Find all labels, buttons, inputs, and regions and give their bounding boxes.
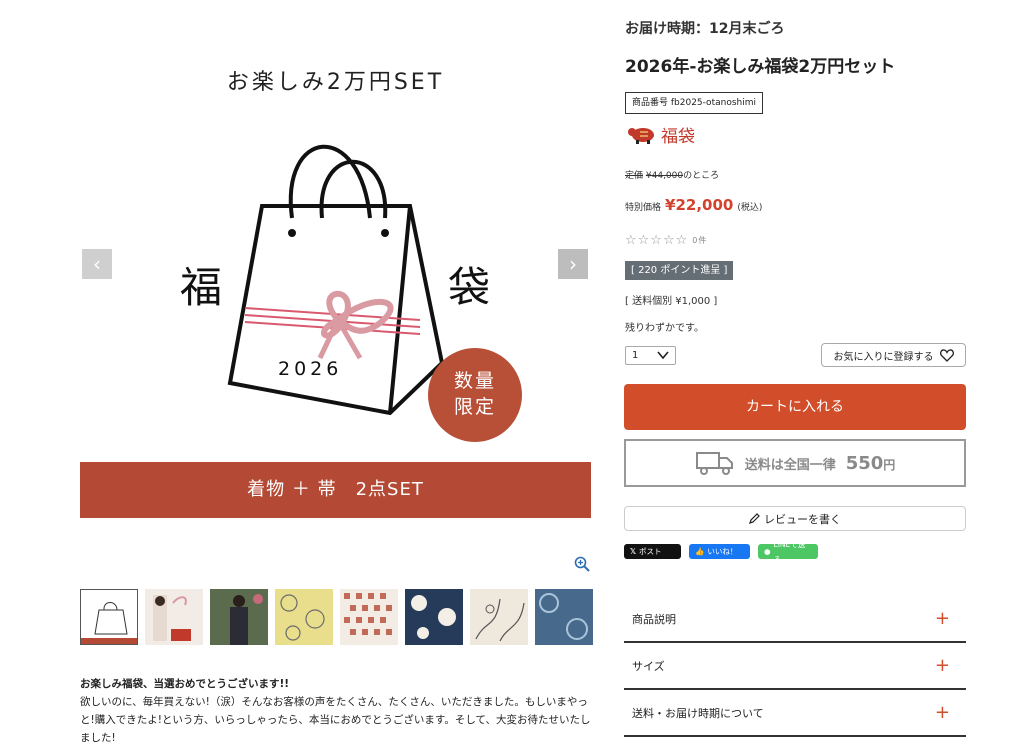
price-value: ¥22,000	[665, 196, 734, 214]
thumbs-up-icon: 👍	[695, 547, 705, 556]
thumbnail-bag-icon	[81, 602, 137, 644]
stock-note: 残りわずかです。	[625, 323, 704, 334]
shipping-amount: 550	[845, 452, 884, 474]
pencil-icon	[749, 513, 760, 524]
shipping-text: 送料は全国一律	[744, 457, 836, 473]
thumbnail-2[interactable]	[145, 589, 203, 645]
zoom-icon[interactable]	[574, 556, 590, 572]
thumbnail-yellow-pattern	[280, 594, 325, 641]
review-label: レビューを書く	[764, 512, 841, 526]
x-logo-icon: 𝕏	[630, 547, 637, 556]
plus-icon: +	[934, 702, 950, 723]
thumbnail-8[interactable]	[535, 589, 593, 645]
like-label: いいね！	[707, 547, 738, 556]
truck-icon	[695, 452, 733, 475]
thumbnail-navy-floral	[411, 595, 456, 639]
thumbnail-6[interactable]	[405, 589, 463, 645]
shipping-banner: 送料は全国一律 550円	[624, 439, 966, 487]
description-title: お楽しみ福袋、当選おめでとうございます!!	[80, 678, 290, 690]
accordion-shipping-delivery[interactable]: 送料・お届け時期について +	[624, 690, 966, 737]
product-description: お楽しみ福袋、当選おめでとうございます!! 欲しいのに、毎年買えない!（涙）そん…	[80, 675, 592, 745]
limited-line-1: 数量	[453, 370, 496, 392]
post-label: ポスト	[639, 547, 662, 556]
social-share-bar: 𝕏 ポスト 👍 いいね！ ● LINEで送る	[624, 540, 818, 564]
bull-icon	[628, 128, 654, 144]
delivery-timing: お届け時期：12月末ごろ	[625, 21, 785, 37]
add-to-favorites-button[interactable]: お気に入りに登録する	[821, 343, 966, 367]
special-price: 特別価格 ¥22,000 (税込)	[625, 196, 762, 214]
thumbnail-blue-damask	[539, 593, 588, 640]
thumbnail-5[interactable]	[340, 589, 398, 645]
review-count: 0件	[692, 236, 708, 245]
tax-note: (税込)	[737, 203, 763, 213]
rating-stars[interactable]: ☆☆☆☆☆ 0件	[625, 233, 707, 248]
quantity-select[interactable]: 1	[625, 346, 676, 365]
x-post-button[interactable]: 𝕏 ポスト	[624, 544, 681, 559]
shipping-fee-note: [ 送料個別 ¥1,000 ]	[625, 296, 718, 307]
accordion-label: サイズ	[632, 659, 665, 673]
facebook-like-button[interactable]: 👍 いいね！	[689, 544, 750, 559]
thumbnail-7[interactable]	[470, 589, 528, 645]
prev-image-button[interactable]: ‹	[82, 249, 112, 279]
plus-icon: +	[934, 608, 950, 629]
thumbnail-check-pattern	[344, 593, 392, 635]
original-price-suffix: のところ	[683, 171, 720, 181]
kanji-fuku: 福	[180, 263, 223, 312]
kanji-bukuro: 袋	[448, 263, 491, 312]
original-price-value: ¥44,000	[645, 171, 684, 181]
fukubukuro-label: 福袋	[661, 126, 695, 147]
product-title: 2026年-お楽しみ福袋2万円セット	[625, 57, 896, 77]
set-title-text: お楽しみ2万円SET	[226, 70, 445, 95]
thumbnail-4[interactable]	[275, 589, 333, 645]
chevron-down-icon	[657, 351, 669, 360]
limited-quantity-badge: 数量 限定	[428, 348, 522, 442]
main-product-image[interactable]: お楽しみ2万円SET 福 袋 2026 数量 限定 着物 ＋ 帯 2点SET	[80, 8, 591, 518]
points-badge: [ 220 ポイント進呈 ]	[625, 261, 734, 280]
special-price-label: 特別価格	[625, 203, 662, 213]
accordion-label: 商品説明	[632, 612, 676, 626]
line-share-button[interactable]: ● LINEで送る	[758, 540, 818, 564]
accordion-size[interactable]: サイズ +	[624, 643, 966, 690]
fukubukuro-tag: 福袋	[627, 122, 695, 147]
thumbnail-3[interactable]	[210, 589, 268, 645]
line-label: LINEで送る	[773, 539, 806, 564]
original-price: 定価 ¥44,000のところ	[625, 168, 719, 181]
product-sku: 商品番号 fb2025-otanoshimi	[625, 92, 763, 114]
accordion-label: 送料・お届け時期について	[632, 706, 764, 720]
thumbnail-1[interactable]	[80, 589, 138, 645]
thumbnail-model-photo	[210, 589, 268, 645]
set-banner: 着物 ＋ 帯 2点SET	[80, 462, 591, 518]
accordion-product-description[interactable]: 商品説明 +	[624, 596, 966, 643]
star-icons: ☆☆☆☆☆	[625, 233, 689, 248]
bag-year: 2026	[278, 358, 343, 380]
plus-icon: +	[934, 655, 950, 676]
description-body: 欲しいのに、毎年買えない!（涙）そんなお客様の声をたくさん、たくさん、いただきま…	[80, 696, 591, 744]
add-to-cart-button[interactable]: カートに入れる	[624, 384, 966, 430]
next-image-button[interactable]: ›	[558, 249, 588, 279]
quantity-value: 1	[632, 350, 639, 361]
favorites-label: お気に入りに登録する	[833, 351, 934, 363]
shipping-unit: 円	[883, 457, 896, 472]
thumbnail-white-floral	[475, 598, 525, 642]
limited-line-2: 限定	[453, 396, 496, 418]
original-price-label: 定価	[625, 171, 644, 181]
line-logo-icon: ●	[764, 547, 771, 556]
write-review-button[interactable]: レビューを書く	[624, 506, 966, 531]
heart-icon	[939, 348, 954, 362]
thumbnail-kimono-photo	[153, 595, 191, 641]
